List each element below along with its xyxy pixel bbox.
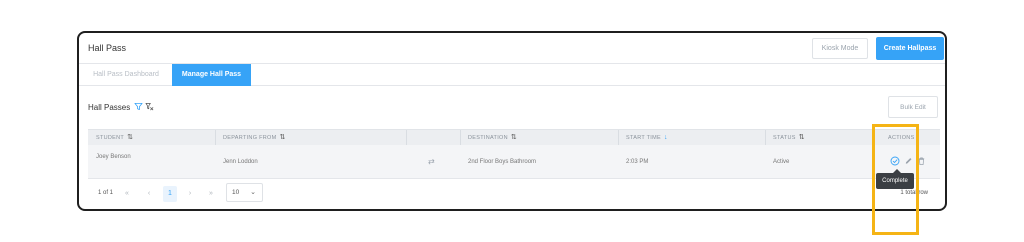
sort-icon[interactable]: ⇅ (280, 134, 286, 141)
table-header: STUDENT ⇅ DEPARTING FROM ⇅ DESTINATION ⇅ ST… (88, 129, 940, 146)
column-header-destination[interactable]: DESTINATION ⇅ (468, 130, 517, 146)
clear-filter-icon[interactable] (145, 102, 154, 111)
top-bar: Hall Pass Kiosk Mode Create Hallpass (79, 33, 945, 64)
app-title: Hall Pass (88, 43, 127, 53)
cell-destination: 2nd Floor Boys Bathroom (468, 159, 537, 165)
kiosk-mode-button[interactable]: Kiosk Mode (812, 38, 868, 59)
sort-desc-icon[interactable]: ↓ (664, 134, 667, 141)
trash-icon[interactable] (917, 156, 926, 166)
column-divider (460, 130, 461, 146)
column-header-departing-from[interactable]: DEPARTING FROM ⇅ (223, 130, 286, 146)
column-divider (618, 130, 619, 146)
column-header-label: DEPARTING FROM (223, 135, 277, 141)
sort-icon[interactable]: ⇅ (511, 134, 517, 141)
app-window: Hall Pass Kiosk Mode Create Hallpass Hal… (77, 31, 947, 211)
column-header-actions: ACTIONS (888, 135, 915, 141)
create-hallpass-button[interactable]: Create Hallpass (876, 37, 944, 60)
column-header-start-time[interactable]: START TIME ↓ (626, 130, 667, 146)
sort-icon[interactable]: ⇅ (127, 134, 133, 141)
complete-tooltip: Complete (876, 169, 914, 189)
column-header-label: STUDENT (96, 135, 125, 141)
column-divider (215, 130, 216, 146)
column-divider (765, 130, 766, 146)
pencil-icon[interactable] (904, 156, 913, 166)
column-divider (874, 130, 875, 146)
next-page-button[interactable]: › (185, 186, 195, 202)
cell-departing-from: Jenn Loddon (223, 159, 258, 165)
column-header-label: STATUS (773, 135, 796, 141)
column-header-status[interactable]: STATUS ⇅ (773, 130, 805, 146)
row-count: 1 total row (900, 190, 928, 196)
cell-status: Active (773, 159, 790, 165)
table-row[interactable]: Joey Benson Jenn Loddon ⇄ 2nd Floor Boys… (88, 145, 940, 179)
column-header-student[interactable]: STUDENT ⇅ (96, 130, 133, 146)
sort-icon[interactable]: ⇅ (799, 134, 805, 141)
page-1-button[interactable]: 1 (163, 186, 177, 202)
tab-manage-hall-pass[interactable]: Manage Hall Pass (172, 64, 251, 86)
column-header-label: START TIME (626, 135, 661, 141)
first-page-button[interactable]: « (122, 186, 132, 202)
tab-bar: Hall Pass Dashboard Manage Hall Pass (79, 64, 945, 86)
page-size-value: 10 (232, 189, 240, 196)
cell-student[interactable]: Joey Benson (96, 154, 131, 160)
column-divider (406, 130, 407, 146)
filter-icon[interactable] (134, 102, 143, 111)
page-info: 1 of 1 (98, 190, 114, 196)
last-page-button[interactable]: » (206, 186, 216, 202)
swap-icon: ⇄ (428, 157, 435, 166)
tab-hall-pass-dashboard[interactable]: Hall Pass Dashboard (88, 64, 164, 86)
section-title: Hall Passes (88, 103, 131, 112)
cell-start-time: 2:03 PM (626, 159, 649, 165)
prev-page-button[interactable]: ‹ (144, 186, 154, 202)
bulk-edit-button[interactable]: Bulk Edit (888, 96, 938, 118)
check-circle-icon[interactable] (890, 156, 900, 166)
chevron-down-icon: ⌄ (250, 189, 256, 196)
column-header-label: DESTINATION (468, 135, 508, 141)
pagination: 1 of 1 « ‹ 1 › » 10 ⌄ 1 total row (88, 181, 940, 207)
page-size-select[interactable]: 10 ⌄ (226, 183, 263, 202)
